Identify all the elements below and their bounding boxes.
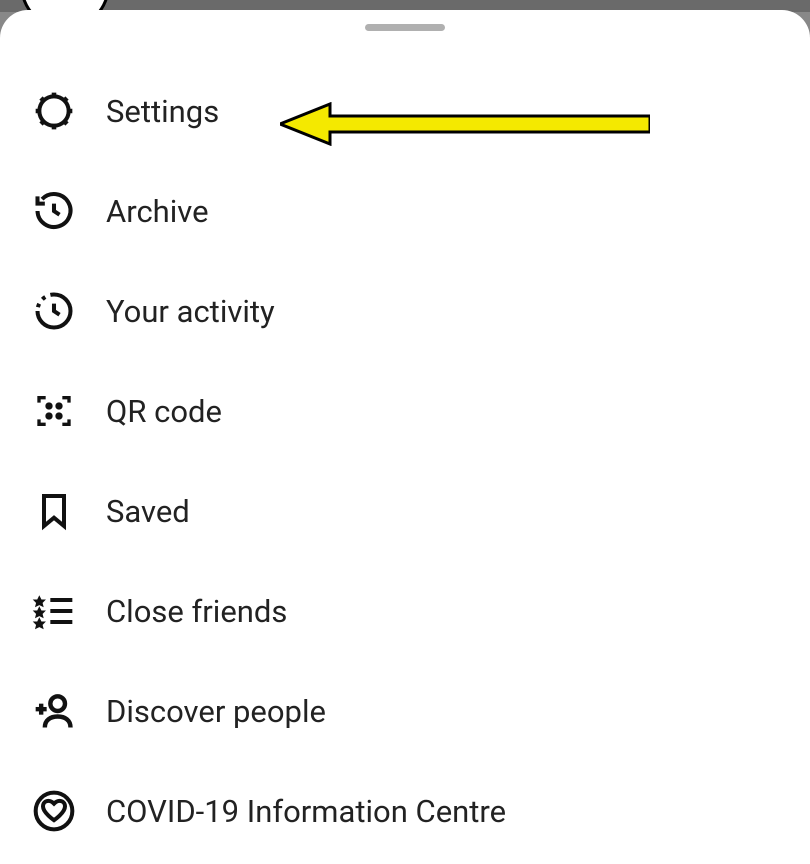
menu-label: COVID-19 Information Centre — [106, 793, 506, 830]
gear-icon — [30, 87, 78, 135]
menu-item-archive[interactable]: Archive — [0, 161, 810, 261]
menu-label: Discover people — [106, 693, 326, 730]
history-icon — [30, 187, 78, 235]
menu-item-qr-code[interactable]: QR code — [0, 361, 810, 461]
menu-label: Saved — [106, 493, 190, 530]
menu-label: Archive — [106, 193, 209, 230]
menu-label: QR code — [106, 393, 222, 430]
bookmark-icon — [30, 487, 78, 535]
activity-clock-icon — [30, 287, 78, 335]
menu-item-covid-info[interactable]: COVID-19 Information Centre — [0, 761, 810, 861]
menu-item-settings[interactable]: Settings — [0, 61, 810, 161]
menu-label: Settings — [106, 93, 219, 130]
menu-item-saved[interactable]: Saved — [0, 461, 810, 561]
bottom-sheet-menu: Settings Archive Your activity — [0, 10, 810, 864]
menu-item-close-friends[interactable]: Close friends — [0, 561, 810, 661]
menu-item-your-activity[interactable]: Your activity — [0, 261, 810, 361]
menu-list: Settings Archive Your activity — [0, 61, 810, 861]
star-list-icon — [30, 587, 78, 635]
qr-icon — [30, 387, 78, 435]
drag-handle[interactable] — [365, 24, 445, 31]
add-person-icon — [30, 687, 78, 735]
heart-badge-icon — [30, 787, 78, 835]
menu-label: Close friends — [106, 593, 287, 630]
menu-label: Your activity — [106, 293, 275, 330]
menu-item-discover-people[interactable]: Discover people — [0, 661, 810, 761]
